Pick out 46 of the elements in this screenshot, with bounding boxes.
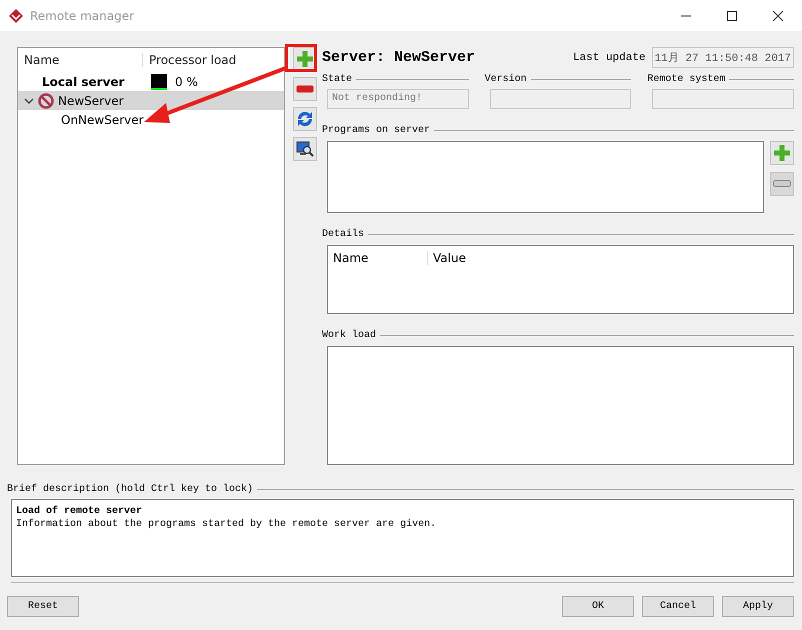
tree-row[interactable]: NewServer (18, 91, 284, 110)
dialog-button[interactable]: Cancel (642, 596, 714, 617)
refresh-button[interactable] (293, 107, 317, 131)
chevron-icon[interactable] (24, 96, 34, 106)
tree-row[interactable]: OnNewServer (18, 110, 284, 129)
description-title: Load of remote server (16, 506, 144, 517)
dialog-button[interactable]: OK (562, 596, 634, 617)
server-name: Local server (41, 74, 126, 88)
inspect-button[interactable] (293, 137, 317, 161)
close-icon[interactable] (772, 10, 784, 22)
last-update-field: 11月 27 11:50:48 2017 (652, 47, 794, 68)
section-label: Work load (322, 330, 376, 341)
field-label: State (322, 74, 352, 84)
refresh-icon (296, 110, 314, 128)
highlight-frame (285, 44, 317, 72)
dialog-button[interactable]: Apply (722, 596, 794, 617)
load-graph-icon (151, 74, 167, 90)
column-header[interactable]: Name (328, 251, 428, 266)
section-label: Brief description (hold Ctrl key to lock) (7, 484, 254, 494)
plus-icon (773, 144, 791, 162)
minus-icon (296, 85, 314, 93)
remove-program-button[interactable] (770, 172, 794, 196)
field-label: Remote system (647, 74, 726, 84)
maximize-icon[interactable] (726, 10, 738, 22)
program-name: OnNewServer (61, 112, 144, 126)
section-label: Programs on server (322, 125, 430, 136)
tree-row[interactable]: Local server 0 % (18, 72, 284, 91)
description-text: Information about the programs started by the remote server are given. (16, 519, 438, 530)
server-name: NewServer (58, 94, 124, 108)
last-update-label: Last update (572, 52, 646, 64)
monitor-magnifier-icon (296, 140, 314, 158)
reset-button[interactable]: Reset (7, 596, 79, 617)
remove-server-button[interactable] (293, 77, 317, 101)
server-title: Server: NewServer (322, 49, 476, 66)
column-header[interactable]: Name (18, 53, 143, 67)
field-label: Version (484, 74, 527, 84)
load-value: 0 % (175, 74, 198, 88)
section-label: Details (322, 229, 364, 240)
app-logo-icon (8, 8, 24, 24)
minus-icon (773, 180, 791, 188)
window-title: Remote manager (30, 8, 134, 22)
no-entry-icon (38, 92, 54, 108)
column-header[interactable]: Value (428, 251, 466, 266)
add-program-button[interactable] (770, 141, 794, 166)
plus-icon (296, 50, 314, 68)
column-header[interactable]: Processor load (143, 53, 236, 67)
